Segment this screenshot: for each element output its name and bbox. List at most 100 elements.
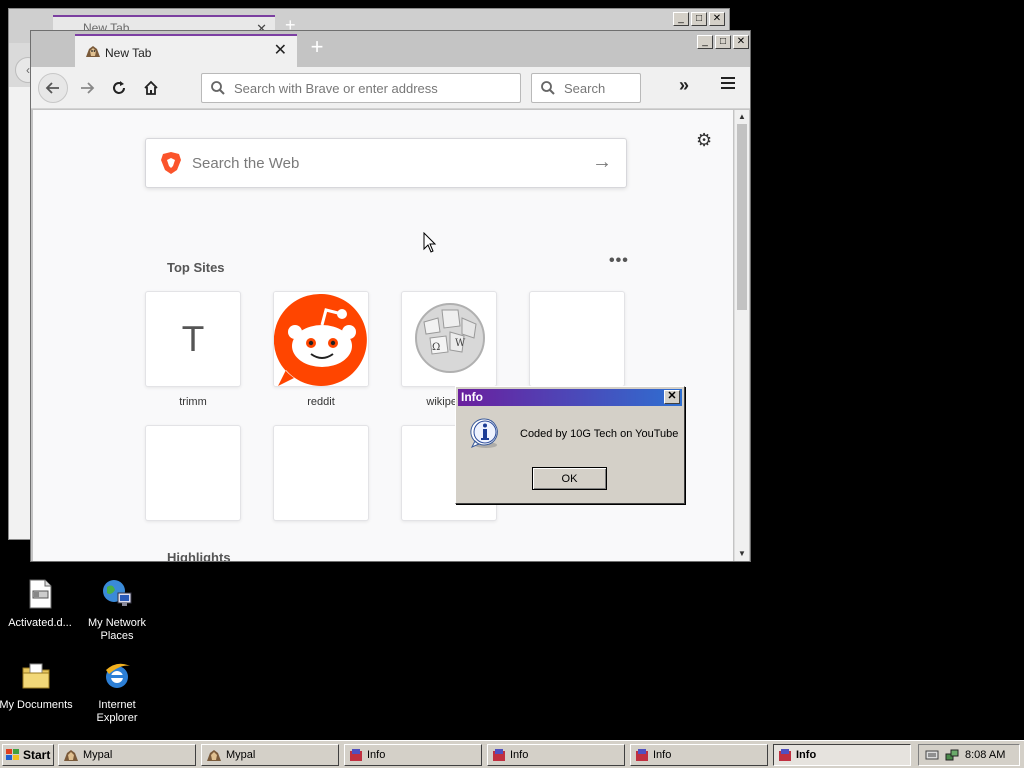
network-places-icon xyxy=(103,580,132,606)
mypal-favicon-icon xyxy=(86,46,100,57)
taskbar-item-info[interactable]: Info xyxy=(344,744,482,766)
start-label: Start xyxy=(23,748,51,762)
taskbar-item-mypal[interactable]: Mypal xyxy=(201,744,339,766)
web-search-placeholder: Search the Web xyxy=(192,155,300,172)
address-input[interactable] xyxy=(232,79,502,97)
arrow-right-icon xyxy=(81,82,95,94)
home-icon xyxy=(144,80,158,95)
top-site-tile-empty[interactable] xyxy=(529,291,625,387)
info-dialog[interactable]: Info ✕ Coded by 10G Tech on YouTube OK xyxy=(455,386,685,504)
tabstrip: New Tab ✕ + _ □ ✕ xyxy=(31,31,750,67)
navigation-toolbar: » xyxy=(31,67,750,109)
maximize-icon[interactable]: □ xyxy=(691,12,707,26)
wikipedia-logo-icon: Ω W xyxy=(415,303,485,373)
taskbar-item-info-active[interactable]: Info xyxy=(773,744,911,766)
desktop-icon-label: Activated.d... xyxy=(8,617,72,629)
tab-close-icon[interactable]: ✕ xyxy=(274,42,287,60)
ie-icon xyxy=(106,663,130,688)
taskbar-item-mypal[interactable]: Mypal xyxy=(58,744,196,766)
clock[interactable]: 8:08 AM xyxy=(965,749,1005,761)
top-site-tile[interactable] xyxy=(273,291,369,387)
start-button[interactable]: Start xyxy=(2,744,54,766)
desktop-icon-label: Internet Explorer xyxy=(96,699,138,724)
close-icon[interactable]: ✕ xyxy=(733,35,749,49)
tab-new-tab[interactable]: New Tab ✕ xyxy=(75,34,297,67)
mypal-icon xyxy=(207,749,221,761)
desktop-icon-activated[interactable]: Activated.d... xyxy=(0,578,80,630)
vertical-scrollbar[interactable]: ▲ ▼ xyxy=(734,110,749,561)
windows-logo-icon xyxy=(6,749,19,760)
taskbar-item-label: Info xyxy=(367,749,386,761)
info-icon xyxy=(470,418,498,448)
minimize-icon[interactable]: _ xyxy=(673,12,689,26)
folder-icon xyxy=(22,663,50,689)
top-site-tile[interactable]: T xyxy=(145,291,241,387)
minimize-icon[interactable]: _ xyxy=(697,35,713,49)
overflow-menu-icon[interactable]: » xyxy=(679,75,689,96)
taskbar-item-label: Mypal xyxy=(83,749,113,761)
taskbar: Start Mypal Mypal Info Info Info Info 8:… xyxy=(0,740,1024,768)
back-button[interactable] xyxy=(38,73,68,103)
arrow-right-icon[interactable]: → xyxy=(592,151,612,174)
bg-window-controls: _ □ ✕ xyxy=(673,12,725,26)
close-icon[interactable]: ✕ xyxy=(664,390,680,404)
top-site-tile[interactable]: Ω W xyxy=(401,291,497,387)
highlights-heading: Highlights xyxy=(167,550,231,561)
arrow-left-icon xyxy=(45,82,59,94)
desktop-icon-network[interactable]: My Network Places xyxy=(77,578,157,643)
tile-letter: T xyxy=(182,320,204,360)
forward-button[interactable] xyxy=(72,73,102,103)
svg-text:Ω: Ω xyxy=(432,342,440,353)
desktop-icon-label: My Documents xyxy=(0,699,73,711)
app-icon xyxy=(779,749,791,761)
ok-button[interactable]: OK xyxy=(532,467,607,490)
top-sites-heading: Top Sites xyxy=(167,260,225,275)
desktop-icon-label: My Network Places xyxy=(87,617,147,642)
web-search-box[interactable]: Search the Web → xyxy=(145,138,627,188)
hamburger-menu-icon[interactable] xyxy=(721,77,735,91)
maximize-icon[interactable]: □ xyxy=(715,35,731,49)
app-icon xyxy=(350,749,362,761)
dialog-message: Coded by 10G Tech on YouTube xyxy=(520,428,679,440)
search-icon xyxy=(211,81,225,95)
address-bar[interactable] xyxy=(201,73,521,103)
taskbar-item-label: Info xyxy=(796,749,817,761)
mypal-icon xyxy=(64,749,78,761)
network-icon[interactable] xyxy=(945,748,959,762)
desktop-icon-internet-explorer[interactable]: Internet Explorer xyxy=(77,660,157,725)
scrollbar-thumb[interactable] xyxy=(737,124,747,310)
reload-button[interactable] xyxy=(104,73,134,103)
scroll-down-icon[interactable]: ▼ xyxy=(735,547,749,561)
reload-icon xyxy=(113,81,125,94)
top-site-label: reddit xyxy=(307,396,335,408)
new-tab-button[interactable]: + xyxy=(305,36,329,60)
window-controls: _ □ ✕ xyxy=(697,35,749,49)
search-bar[interactable] xyxy=(531,73,641,103)
more-options-icon[interactable]: ••• xyxy=(609,252,629,270)
search-input[interactable] xyxy=(562,79,632,97)
top-site-label: trimm xyxy=(179,396,207,408)
desktop-icon-my-documents[interactable]: My Documents xyxy=(0,660,76,712)
close-icon[interactable]: ✕ xyxy=(709,12,725,26)
taskbar-item-label: Info xyxy=(653,749,672,761)
tab-title: New Tab xyxy=(105,46,152,60)
search-icon xyxy=(541,81,555,95)
taskbar-item-info[interactable]: Info xyxy=(487,744,625,766)
keyboard-icon[interactable] xyxy=(925,749,939,761)
app-icon xyxy=(493,749,505,761)
dialog-title: Info xyxy=(461,390,483,404)
app-icon xyxy=(636,749,648,761)
top-site-tile-empty[interactable] xyxy=(273,425,369,521)
gear-icon[interactable]: ⚙ xyxy=(696,130,712,151)
top-site-tile-empty[interactable] xyxy=(145,425,241,521)
system-tray: 8:08 AM xyxy=(918,744,1020,766)
taskbar-item-label: Info xyxy=(510,749,529,761)
home-button[interactable] xyxy=(136,73,166,103)
taskbar-item-info[interactable]: Info xyxy=(630,744,768,766)
taskbar-item-label: Mypal xyxy=(226,749,256,761)
document-icon xyxy=(29,579,52,609)
scroll-up-icon[interactable]: ▲ xyxy=(735,110,749,124)
reddit-logo-icon xyxy=(274,292,368,386)
brave-logo-icon xyxy=(161,152,181,174)
dialog-title-bar[interactable]: Info ✕ xyxy=(458,389,682,406)
